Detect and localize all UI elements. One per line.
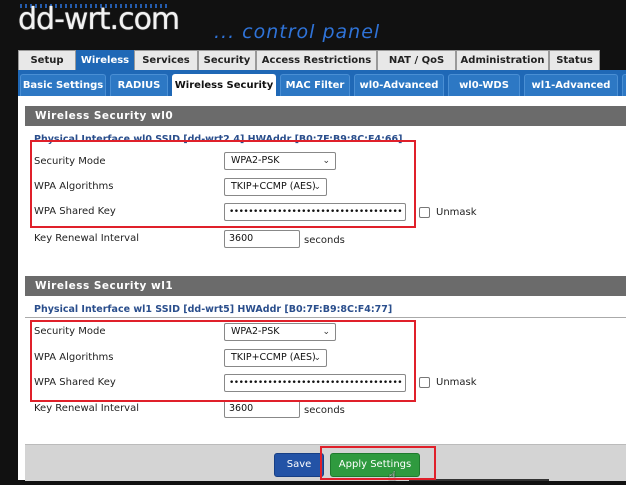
wpa-algorithms-label-wl1: WPA Algorithms <box>34 352 114 363</box>
chevron-down-icon: ⌄ <box>322 156 330 166</box>
security-mode-value-wl1: WPA2-PSK <box>231 326 280 337</box>
key-renewal-input-wl1[interactable]: 3600 <box>224 400 300 418</box>
tab-status[interactable]: Status <box>549 50 600 70</box>
subtab-basic-settings[interactable]: Basic Settings <box>20 74 106 96</box>
save-button[interactable]: Save <box>274 453 324 477</box>
subtab-wl0-wds[interactable]: wl0-WDS <box>448 74 520 96</box>
wpa-algorithms-value-wl1: TKIP+CCMP (AES) <box>231 352 316 363</box>
subtab-wl1-advanced[interactable]: wl1-Advanced <box>524 74 618 96</box>
footer-bar: Save Apply Settings ☝ <box>25 444 626 485</box>
tab-administration[interactable]: Administration <box>456 50 549 70</box>
unmask-checkbox-wl0[interactable] <box>419 207 430 218</box>
subtab-overflow[interactable] <box>622 74 626 96</box>
content-panel: Wireless Security wl0 Physical Interface… <box>18 96 626 485</box>
chevron-down-icon: ⌄ <box>313 353 321 363</box>
key-renewal-input-wl0[interactable]: 3600 <box>224 230 300 248</box>
subtab-radius[interactable]: RADIUS <box>110 74 168 96</box>
tab-access-restrictions[interactable]: Access Restrictions <box>256 50 377 70</box>
tab-setup[interactable]: Setup <box>18 50 76 70</box>
sub-tabs: Basic Settings RADIUS Wireless Security … <box>18 70 626 96</box>
unmask-label-wl1: Unmask <box>436 377 477 388</box>
control-panel-subtitle: ... control panel <box>214 21 381 43</box>
tab-wireless[interactable]: Wireless <box>76 50 134 70</box>
tab-nat-qos[interactable]: NAT / QoS <box>377 50 456 70</box>
chevron-down-icon: ⌄ <box>313 182 321 192</box>
key-renewal-unit-wl0: seconds <box>304 235 345 246</box>
section-title-wl1: Wireless Security wl1 <box>25 276 626 296</box>
header: dd-wrt.com ... control panel <box>0 0 626 50</box>
unmask-checkbox-wl1[interactable] <box>419 377 430 388</box>
wpa-shared-key-input-wl0[interactable]: •••••••••••••••••••••••••••••••••••• <box>224 203 406 221</box>
subtab-wl0-advanced[interactable]: wl0-Advanced <box>354 74 444 96</box>
tab-security[interactable]: Security <box>198 50 256 70</box>
tab-services[interactable]: Services <box>134 50 198 70</box>
wpa-algorithms-label-wl0: WPA Algorithms <box>34 181 114 192</box>
key-renewal-unit-wl1: seconds <box>304 405 345 416</box>
apply-settings-button[interactable]: Apply Settings <box>330 453 420 477</box>
physical-interface-wl1: Physical Interface wl1 SSID [dd-wrt5] HW… <box>34 304 393 315</box>
security-mode-label-wl1: Security Mode <box>34 326 106 337</box>
wpa-shared-key-input-wl1[interactable]: •••••••••••••••••••••••••••••••••••• <box>224 374 406 392</box>
security-mode-value-wl0: WPA2-PSK <box>231 155 280 166</box>
subtab-wireless-security[interactable]: Wireless Security <box>172 74 276 96</box>
wpa-algorithms-value-wl0: TKIP+CCMP (AES) <box>231 181 316 192</box>
wpa-algorithms-select-wl0[interactable]: TKIP+CCMP (AES) ⌄ <box>224 178 327 196</box>
physical-interface-wl0: Physical Interface wl0 SSID [dd-wrt2.4] … <box>34 134 403 145</box>
chevron-down-icon: ⌄ <box>322 327 330 337</box>
separator <box>25 317 626 318</box>
section-title-wl0: Wireless Security wl0 <box>25 106 626 126</box>
wpa-key-label-wl1: WPA Shared Key <box>34 377 116 388</box>
security-mode-select-wl1[interactable]: WPA2-PSK ⌄ <box>224 323 336 341</box>
subtab-mac-filter[interactable]: MAC Filter <box>280 74 350 96</box>
security-mode-label-wl0: Security Mode <box>34 156 106 167</box>
wpa-algorithms-select-wl1[interactable]: TKIP+CCMP (AES) ⌄ <box>224 349 327 367</box>
logo: dd-wrt.com <box>18 2 180 37</box>
key-renewal-label-wl0: Key Renewal Interval <box>34 233 140 244</box>
tooltip-edge <box>409 479 549 481</box>
security-mode-select-wl0[interactable]: WPA2-PSK ⌄ <box>224 152 336 170</box>
unmask-label-wl0: Unmask <box>436 207 477 218</box>
wpa-key-label-wl0: WPA Shared Key <box>34 206 116 217</box>
key-renewal-label-wl1: Key Renewal Interval <box>34 403 140 414</box>
hand-cursor-icon: ☝ <box>388 469 397 485</box>
